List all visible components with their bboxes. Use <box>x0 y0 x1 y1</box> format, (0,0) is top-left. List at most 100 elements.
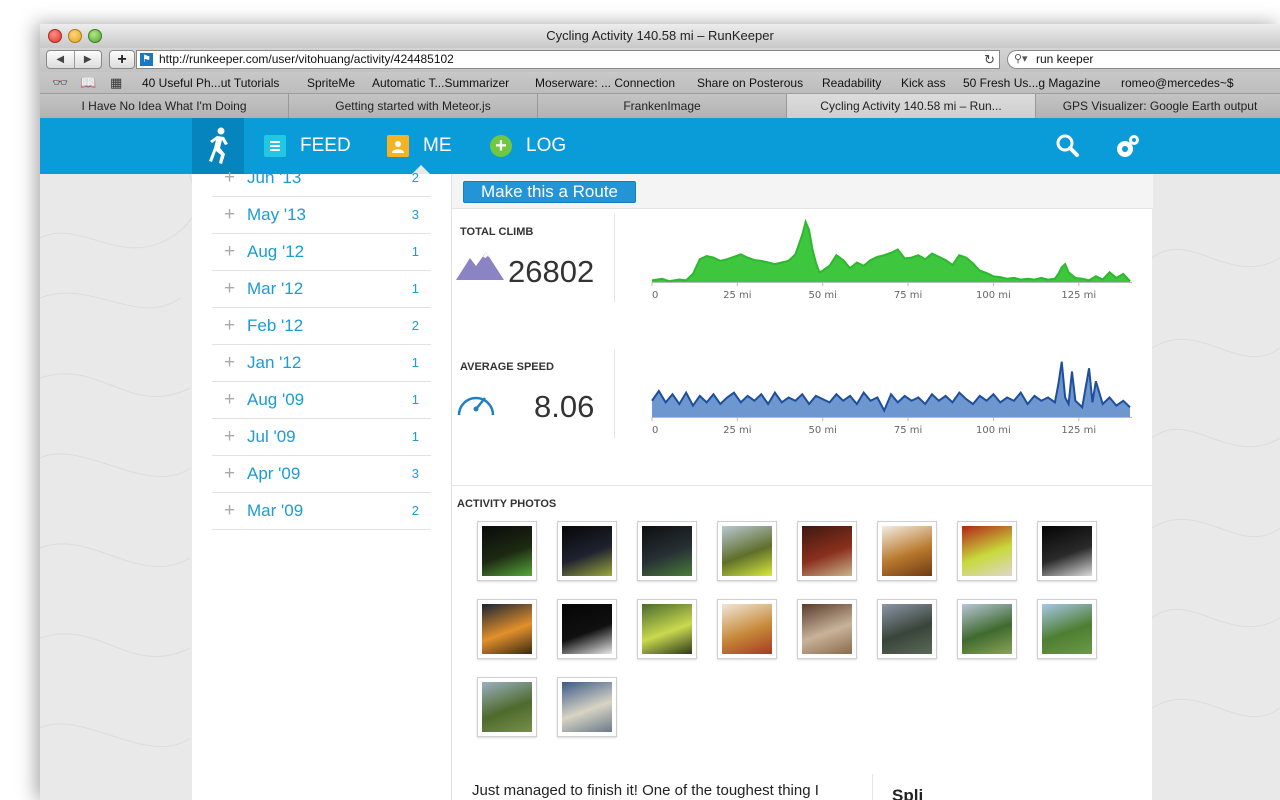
expand-plus-icon[interactable]: + <box>224 389 235 411</box>
month-label[interactable]: Apr '09 <box>247 464 300 484</box>
photo-thumbnail[interactable] <box>717 521 777 581</box>
top-sites-grid-icon[interactable]: ▦ <box>110 72 122 93</box>
month-row[interactable]: + Jun '13 2 <box>212 167 431 197</box>
month-row[interactable]: + Mar '09 2 <box>212 493 431 530</box>
reload-icon[interactable]: ↻ <box>984 51 995 68</box>
search-icon[interactable] <box>1056 134 1080 163</box>
expand-plus-icon[interactable]: + <box>224 463 235 485</box>
photo-image <box>802 604 852 654</box>
photo-thumbnail[interactable] <box>477 599 537 659</box>
expand-plus-icon[interactable]: + <box>224 500 235 522</box>
month-label[interactable]: Jan '12 <box>247 353 301 373</box>
forward-button[interactable]: ▶ <box>75 51 102 68</box>
activity-main: Make this a Route TOTAL CLIMB 26802 0 25 … <box>451 174 1153 800</box>
photo-thumbnail[interactable] <box>1037 521 1097 581</box>
nav-log-label: LOG <box>526 135 567 156</box>
month-row[interactable]: + Aug '12 1 <box>212 234 431 271</box>
total-climb-value: 26802 <box>508 254 595 289</box>
photo-thumbnail[interactable] <box>797 521 857 581</box>
month-label[interactable]: Aug '09 <box>247 390 304 410</box>
photo-image <box>882 526 932 576</box>
photo-thumbnail[interactable] <box>557 677 617 737</box>
month-row[interactable]: + Apr '09 3 <box>212 456 431 493</box>
expand-plus-icon[interactable]: + <box>224 167 235 189</box>
month-count: 2 <box>411 170 419 185</box>
tab-item-active[interactable]: Cycling Activity 140.58 mi – Run... <box>787 94 1036 118</box>
nav-log[interactable]: + LOG <box>490 118 566 174</box>
expand-plus-icon[interactable]: + <box>224 204 235 226</box>
photo-thumbnail[interactable] <box>557 521 617 581</box>
month-label[interactable]: Feb '12 <box>247 316 303 336</box>
month-row[interactable]: + Mar '12 1 <box>212 271 431 308</box>
photo-thumbnail[interactable] <box>637 521 697 581</box>
month-row[interactable]: + Jul '09 1 <box>212 419 431 456</box>
page-content: FEED ME + LOG + Jun '13 2 + May '13 3 + … <box>40 118 1280 800</box>
month-count: 3 <box>411 207 419 222</box>
month-label[interactable]: Aug '12 <box>247 242 304 262</box>
runkeeper-logo[interactable] <box>192 118 244 174</box>
photo-thumbnail[interactable] <box>557 599 617 659</box>
tab-item[interactable]: I Have No Idea What I'm Doing <box>40 94 289 118</box>
stat-divider <box>614 350 615 438</box>
search-field[interactable]: ⚲▾ run keeper <box>1007 50 1280 69</box>
add-bookmark-button[interactable]: + <box>109 50 135 69</box>
expand-plus-icon[interactable]: + <box>224 352 235 374</box>
nav-feed[interactable]: FEED <box>264 118 351 174</box>
bookmark-item[interactable]: romeo@mercedes~$ <box>1121 72 1234 93</box>
photo-thumbnail[interactable] <box>957 521 1017 581</box>
make-route-button[interactable]: Make this a Route <box>463 181 636 203</box>
window-title: Cycling Activity 140.58 mi – RunKeeper <box>546 28 774 43</box>
back-forward-buttons: ◀ ▶ <box>46 50 102 69</box>
reading-list-icon[interactable]: 👓 <box>52 72 68 93</box>
tab-item[interactable]: FrankenImage <box>538 94 787 118</box>
photo-image <box>1042 526 1092 576</box>
bookmark-item[interactable]: 50 Fresh Us...g Magazine <box>963 72 1100 93</box>
photo-thumbnail[interactable] <box>477 521 537 581</box>
bookmarks-bar: 👓 📖 ▦ 40 Useful Ph...ut Tutorials Sprite… <box>40 72 1280 94</box>
month-row[interactable]: + May '13 3 <box>212 197 431 234</box>
month-label[interactable]: May '13 <box>247 205 306 225</box>
address-bar[interactable]: ⚑ http://runkeeper.com/user/vitohuang/ac… <box>136 50 1000 69</box>
photo-thumbnail[interactable] <box>717 599 777 659</box>
bookmark-item[interactable]: Share on Posterous <box>697 72 803 93</box>
expand-plus-icon[interactable]: + <box>224 241 235 263</box>
window-titlebar: Cycling Activity 140.58 mi – RunKeeper <box>40 24 1280 48</box>
bookmark-item[interactable]: 40 Useful Ph...ut Tutorials <box>142 72 279 93</box>
bookmark-item[interactable]: Kick ass <box>901 72 946 93</box>
photo-image <box>562 604 612 654</box>
photo-thumbnail[interactable] <box>957 599 1017 659</box>
close-window-button[interactable] <box>48 29 62 43</box>
bookmark-item[interactable]: SpriteMe <box>307 72 355 93</box>
month-count: 1 <box>411 281 419 296</box>
month-label[interactable]: Jun '13 <box>247 168 301 188</box>
zoom-window-button[interactable] <box>88 29 102 43</box>
settings-gear-icon[interactable] <box>1114 134 1140 165</box>
tab-item[interactable]: Getting started with Meteor.js <box>289 94 538 118</box>
month-row[interactable]: + Aug '09 1 <box>212 382 431 419</box>
photo-thumbnail[interactable] <box>477 677 537 737</box>
bookmark-item[interactable]: Readability <box>822 72 881 93</box>
photo-thumbnail[interactable] <box>877 599 937 659</box>
x-tick-label: 125 mi <box>1061 425 1096 436</box>
average-speed-value: 8.06 <box>534 389 595 424</box>
bookmark-item[interactable]: Automatic T...Summarizer <box>372 72 509 93</box>
photo-thumbnail[interactable] <box>637 599 697 659</box>
tab-item[interactable]: GPS Visualizer: Google Earth output <box>1036 94 1280 118</box>
bookmarks-book-icon[interactable]: 📖 <box>80 72 96 93</box>
photo-thumbnail[interactable] <box>877 521 937 581</box>
photo-thumbnail[interactable] <box>797 599 857 659</box>
photo-thumbnail[interactable] <box>1037 599 1097 659</box>
month-label[interactable]: Mar '09 <box>247 501 303 521</box>
expand-plus-icon[interactable]: + <box>224 278 235 300</box>
month-row[interactable]: + Jan '12 1 <box>212 345 431 382</box>
month-label[interactable]: Mar '12 <box>247 279 303 299</box>
bookmark-item[interactable]: Moserware: ... Connection <box>535 72 675 93</box>
month-label[interactable]: Jul '09 <box>247 427 296 447</box>
search-query: run keeper <box>1036 52 1094 66</box>
mountain-icon <box>456 252 504 280</box>
minimize-window-button[interactable] <box>68 29 82 43</box>
expand-plus-icon[interactable]: + <box>224 315 235 337</box>
month-row[interactable]: + Feb '12 2 <box>212 308 431 345</box>
back-button[interactable]: ◀ <box>47 51 75 68</box>
expand-plus-icon[interactable]: + <box>224 426 235 448</box>
